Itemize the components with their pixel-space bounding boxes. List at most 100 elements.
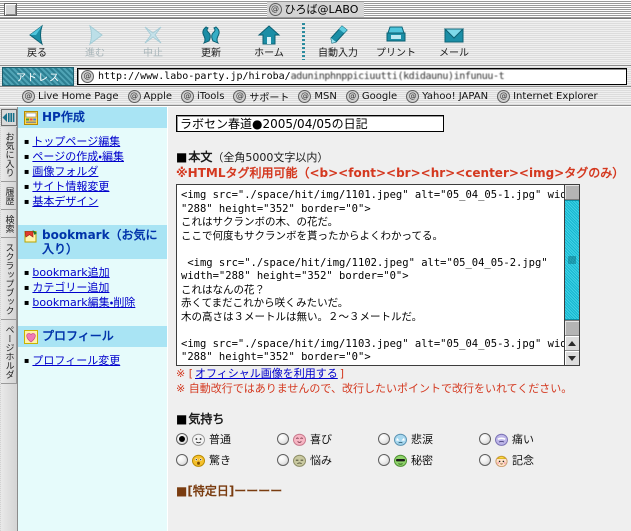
sidebar-tab-search[interactable]: 検索: [0, 210, 17, 238]
list-item[interactable]: ▪ サイト情報変更: [24, 179, 167, 194]
bottom-section-heading: ■[特定日]ーーーー: [176, 484, 283, 498]
address-input[interactable]: @ http://www.labo-party.jp/hiroba/adunin…: [77, 67, 627, 85]
bullet-icon: ▪: [24, 298, 30, 307]
mood-radio-normal[interactable]: [176, 433, 188, 445]
favorite-yahoo-japan[interactable]: @ Yahoo! JAPAN: [406, 89, 488, 103]
sidebar-tab-page-holder[interactable]: ページホルダ: [0, 320, 17, 384]
mood-label-surprise: 驚き: [209, 454, 231, 467]
favorite-google[interactable]: @ Google: [345, 89, 397, 103]
sidebar-link-page-create-edit[interactable]: ページの作成・編集: [32, 149, 124, 164]
scrollbar-thumb-bottom[interactable]: [565, 320, 579, 335]
official-image-link[interactable]: オフィシャル画像を利用する: [195, 366, 338, 381]
list-item[interactable]: ▪ bookmark追加: [24, 265, 167, 280]
sidebar-link-top-page-edit[interactable]: トップページ編集: [32, 134, 120, 149]
triangle-up-icon: [568, 340, 576, 346]
list-item[interactable]: ▪ bookmark編集・削除: [24, 295, 167, 310]
toolbar-button-forward[interactable]: 進む: [66, 20, 124, 65]
favorite-live-home-page[interactable]: @ Live Home Page: [22, 89, 119, 103]
sidebar-link-basic-design[interactable]: 基本デザイン: [32, 194, 98, 209]
mood-radio-group: 普通 喜び 悲涙 痛い 驚き 悩み 秘密 記念: [176, 431, 580, 468]
mood-radio-pain[interactable]: [479, 433, 491, 445]
sidebar-link-bookmark-edit-delete[interactable]: bookmark編集・削除: [32, 295, 135, 310]
sidebar-tab-scrapbook[interactable]: スクラップブック: [0, 238, 17, 320]
mood-radio-joy[interactable]: [277, 433, 289, 445]
list-item[interactable]: ▪ カテゴリー追加: [24, 280, 167, 295]
sidebar-links-hp: ▪ トップページ編集 ▪ ページの作成・編集 ▪ 画像フォルダ ▪ サイト情報変更 ▪ 基…: [18, 128, 167, 217]
toolbar-button-stop[interactable]: 中止: [124, 20, 182, 65]
mood-radio-memory[interactable]: [479, 454, 491, 466]
mood-radio-surprise[interactable]: [176, 454, 188, 466]
scrollbar-up-arrow[interactable]: [565, 335, 579, 350]
mood-radio-sad[interactable]: [378, 433, 390, 445]
scrollbar-track[interactable]: [565, 200, 579, 320]
toolbar-label-refresh: 更新: [201, 48, 221, 59]
at-icon: @: [345, 89, 359, 103]
mood-radio-worry[interactable]: [277, 454, 289, 466]
favorite-msn[interactable]: @ MSN: [298, 89, 337, 103]
scrollbar-thumb-top[interactable]: [565, 185, 579, 200]
scrollbar-down-arrow[interactable]: [565, 350, 579, 365]
diary-body-textarea[interactable]: <img src="./space/hit/img/1101.jpeg" alt…: [177, 185, 564, 365]
mood-option-secret[interactable]: 秘密: [378, 452, 479, 468]
list-item[interactable]: ▪ ページの作成・編集: [24, 149, 167, 164]
sidebar-tab-history[interactable]: 履歴: [0, 182, 17, 210]
window-title-bar: @ ひろば@LABO: [0, 0, 631, 19]
list-item[interactable]: ▪ 基本デザイン: [24, 194, 167, 209]
favorite-label: Apple: [143, 90, 172, 102]
toolbar-button-autofill[interactable]: 自動入力: [309, 20, 367, 65]
collapse-arrow-icon[interactable]: [0, 109, 17, 126]
sidebar-link-bookmark-add[interactable]: bookmark追加: [32, 265, 109, 280]
favorite-internet-explorer[interactable]: @ Internet Explorer: [497, 89, 598, 103]
list-item[interactable]: ▪ プロフィール変更: [24, 353, 167, 368]
bullet-icon: ▪: [24, 182, 30, 191]
sidebar-link-category-add[interactable]: カテゴリー追加: [32, 280, 109, 295]
at-icon: @: [181, 89, 194, 103]
toolbar-button-home[interactable]: ホーム: [240, 20, 298, 65]
list-item[interactable]: ▪ 画像フォルダ: [24, 164, 167, 179]
sidebar-section-title: bookmark（お気に入り）: [42, 228, 158, 256]
favorite-label: MSN: [314, 90, 337, 102]
bullet-icon: ▪: [24, 167, 30, 176]
mood-option-sad[interactable]: 悲涙: [378, 431, 479, 447]
address-bar: アドレス @ http://www.labo-party.jp/hiroba/a…: [0, 66, 631, 87]
textarea-scrollbar[interactable]: [564, 185, 579, 365]
bullet-icon: ▪: [24, 197, 30, 206]
mood-option-pain[interactable]: 痛い: [479, 431, 580, 447]
at-icon: @: [22, 89, 35, 103]
toolbar-button-mail[interactable]: メール: [425, 20, 483, 65]
mood-radio-secret[interactable]: [378, 454, 390, 466]
refresh-icon: [199, 22, 223, 48]
square-bullet-icon: ■: [176, 412, 188, 426]
face-joy-icon: [293, 433, 306, 446]
face-memory-icon: [495, 454, 508, 467]
sidebar-tab-favorites[interactable]: お気に入り: [0, 127, 17, 182]
toolbar-label-print: プリント: [376, 48, 416, 59]
close-box[interactable]: [4, 2, 17, 16]
mood-option-joy[interactable]: 喜び: [277, 431, 378, 447]
favorite-itools[interactable]: @ iTools: [181, 89, 224, 103]
toolbar-button-back[interactable]: 戻る: [8, 20, 66, 65]
scrollbar-grip-icon: [568, 256, 576, 264]
bullet-icon: ▪: [24, 283, 30, 292]
mood-option-worry[interactable]: 悩み: [277, 452, 378, 468]
face-normal-icon: [192, 433, 205, 446]
mood-heading-text: 気持ち: [188, 412, 225, 426]
mood-option-surprise[interactable]: 驚き: [176, 452, 277, 468]
site-sidebar: HP作成 ▪ トップページ編集 ▪ ページの作成・編集 ▪ 画像フォルダ ▪ サイト情報…: [18, 107, 168, 531]
sidebar-link-profile-change[interactable]: プロフィール変更: [32, 353, 120, 368]
home-icon: [257, 22, 281, 48]
list-item[interactable]: ▪ トップページ編集: [24, 134, 167, 149]
toolbar-button-print[interactable]: プリント: [367, 20, 425, 65]
favorite-support[interactable]: @ サポート: [233, 89, 289, 104]
diary-title-input[interactable]: ラボセン春道●2005/04/05の日記: [176, 115, 444, 132]
favorite-apple[interactable]: @ Apple: [127, 89, 172, 103]
face-pain-icon: [495, 433, 508, 446]
bullet-icon: ▪: [24, 356, 30, 365]
mood-option-normal[interactable]: 普通: [176, 431, 277, 447]
toolbar-label-stop: 中止: [143, 48, 163, 59]
sidebar-link-image-folder[interactable]: 画像フォルダ: [32, 164, 98, 179]
toolbar-button-refresh[interactable]: 更新: [182, 20, 240, 65]
mood-option-memory[interactable]: 記念: [479, 452, 580, 468]
sidebar-link-site-info-change[interactable]: サイト情報変更: [32, 179, 109, 194]
